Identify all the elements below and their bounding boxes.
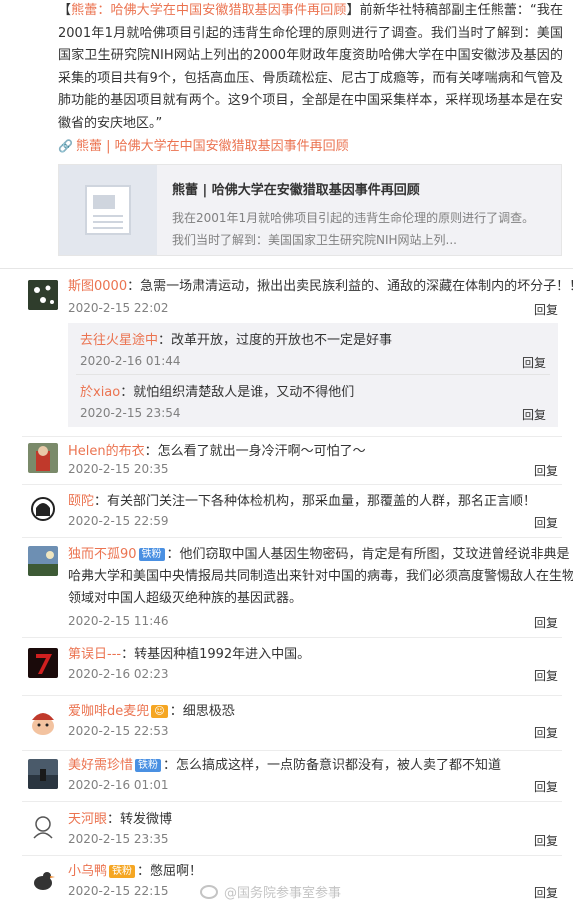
- divider: [22, 855, 562, 856]
- sub-replies: 去往火星途中：改革开放，过度的开放也不一定是好事 2020-2-16 01:44…: [68, 323, 558, 427]
- reply-button[interactable]: 回复: [534, 778, 558, 795]
- divider: [22, 537, 562, 538]
- avatar-image: [28, 706, 58, 736]
- comment-time: 2020-2-15 22:02: [68, 301, 169, 315]
- comment-text: 天河眼：转发微博: [68, 812, 173, 827]
- reply-button[interactable]: 回复: [522, 354, 546, 371]
- comment-time: 2020-2-15 22:59: [68, 514, 169, 528]
- document-icon: [85, 185, 131, 235]
- article-link[interactable]: 🔗 熊蕾 | 哈佛大学在中国安徽猎取基因事件再回顾: [58, 135, 349, 158]
- reply-button[interactable]: 回复: [534, 724, 558, 741]
- comment-username[interactable]: 去往火星途中: [80, 333, 158, 348]
- avatar[interactable]: [28, 546, 58, 576]
- comment-item: 独而不孤90 铁粉 ：他们窃取中国人基因生物密码，肯定是有所图，艾玟进曾经说非典是哈…: [22, 544, 573, 634]
- reply-button[interactable]: 回复: [534, 301, 558, 318]
- article-card-desc: 我在2001年1月就哈佛项目引起的违背生命伦理的原则进行了调查。 我们当时了解到…: [172, 211, 535, 247]
- divider: [22, 484, 562, 485]
- divider: [22, 637, 562, 638]
- comment-item: Helen的布衣：怎么看了就出一身冷汗啊～可怕了～ 2020-2-15 20:3…: [22, 442, 573, 482]
- article-card-title[interactable]: 熊蕾 | 哈佛大学在安徽猎取基因事件再回顾: [172, 179, 420, 198]
- article-thumbnail: [59, 165, 157, 255]
- section-divider: [0, 268, 573, 269]
- fan-badge: 铁粉: [135, 759, 162, 772]
- comment-text: 斯图0000：急需一场肃清运动，揪出出卖民族利益的、通敌的深藏在体制内的坏分子！…: [68, 279, 573, 294]
- avatar-image: [28, 280, 58, 310]
- avatar[interactable]: [28, 280, 58, 310]
- avatar[interactable]: [28, 812, 58, 842]
- comment-text: 於xiao：就怕组织清楚敌人是谁，又动不得他们: [80, 385, 355, 400]
- post-topic-link[interactable]: 熊蕾：哈佛大学在中国安徽猎取基因事件再回顾: [71, 3, 346, 18]
- post-text: 【熊蕾：哈佛大学在中国安徽猎取基因事件再回顾】前新华社特稿部副主任熊蕾：“我在2…: [58, 3, 563, 131]
- comment-username[interactable]: 独而不孤90: [68, 547, 137, 562]
- comment-item: 斯图0000：急需一场肃清运动，揪出出卖民族利益的、通敌的深藏在体制内的坏分子！…: [22, 277, 573, 327]
- fan-badge: 铁粉: [138, 548, 165, 561]
- comment-text: Helen的布衣：怎么看了就出一身冷汗啊～可怕了～: [68, 444, 366, 459]
- comment-time: 2020-2-16 02:23: [68, 667, 169, 681]
- fan-badge: 铁粉: [109, 865, 136, 878]
- reply-button[interactable]: 回复: [522, 406, 546, 423]
- reply-button[interactable]: 回复: [534, 514, 558, 531]
- comment-username[interactable]: 於xiao: [80, 385, 120, 400]
- comment-item: 颐陀：有关部门关注一下各种体检机构，那采血量，那覆盖的人群，那名正言顺！ 202…: [22, 492, 573, 532]
- comment-text: 第误日---：转基因种植1992年进入中国。: [68, 647, 311, 662]
- avatar-image: [28, 443, 58, 473]
- avatar-image: [28, 759, 58, 789]
- article-card[interactable]: 熊蕾 | 哈佛大学在安徽猎取基因事件再回顾 我在2001年1月就哈佛项目引起的违…: [58, 164, 562, 256]
- comment-item: 天河眼：转发微博 2020-2-15 23:35 回复: [22, 810, 573, 850]
- comment-text: 颐陀：有关部门关注一下各种体检机构，那采血量，那覆盖的人群，那名正言顺！: [68, 494, 537, 509]
- comment-time: 2020-2-15 22:15: [68, 884, 169, 898]
- divider: [22, 436, 562, 437]
- comment-time: 2020-2-15 22:53: [68, 724, 169, 738]
- comment-time: 2020-2-15 23:35: [68, 832, 169, 846]
- comment-username[interactable]: 美好需珍惜: [68, 758, 133, 773]
- comment-item: 爱咖啡de麦兜 ☺ ：细思极恐 2020-2-15 22:53 回复: [22, 702, 573, 742]
- comment-text: 小乌鸭 铁粉 ：憋屈啊！: [68, 864, 203, 879]
- comment-item: 第误日---：转基因种植1992年进入中国。 2020-2-16 02:23 回…: [22, 645, 573, 685]
- comment-username[interactable]: 小乌鸭: [68, 864, 107, 879]
- sub-reply: 於xiao：就怕组织清楚敌人是谁，又动不得他们 2020-2-15 23:54 …: [68, 375, 558, 427]
- comment-time: 2020-2-16 01:01: [68, 778, 169, 792]
- reply-button[interactable]: 回复: [534, 832, 558, 849]
- comment-item: 美好需珍惜 铁粉 ：怎么搞成这样，一点防备意识都没有，被人卖了都不知道 2020-2…: [22, 756, 573, 796]
- avatar[interactable]: [28, 648, 58, 678]
- avatar-image: [28, 494, 58, 524]
- avatar-image: [28, 865, 58, 895]
- divider: [22, 801, 562, 802]
- comment-time: 2020-2-16 01:44: [80, 354, 181, 368]
- sub-reply: 去往火星途中：改革开放，过度的开放也不一定是好事 2020-2-16 01:44…: [68, 323, 558, 375]
- reply-button[interactable]: 回复: [534, 462, 558, 479]
- reply-button[interactable]: 回复: [534, 614, 558, 631]
- comment-username[interactable]: 爱咖啡de麦兜: [68, 704, 149, 719]
- comment-username[interactable]: 第误日---: [68, 647, 121, 662]
- vip-badge: ☺: [151, 705, 168, 718]
- comment-username[interactable]: 颐陀: [68, 494, 94, 509]
- comment-time: 2020-2-15 20:35: [68, 462, 169, 476]
- comment-text: 爱咖啡de麦兜 ☺ ：细思极恐: [68, 704, 235, 719]
- avatar[interactable]: [28, 443, 58, 473]
- weibo-logo-icon: [200, 884, 218, 899]
- avatar-image: [28, 812, 58, 842]
- divider: [22, 750, 562, 751]
- avatar[interactable]: [28, 865, 58, 895]
- avatar-image: [28, 648, 58, 678]
- article-link-text[interactable]: 熊蕾 | 哈佛大学在中国安徽猎取基因事件再回顾: [76, 139, 349, 154]
- comment-time: 2020-2-15 23:54: [80, 406, 181, 420]
- reply-button[interactable]: 回复: [534, 884, 558, 901]
- avatar[interactable]: [28, 759, 58, 789]
- comment-text: 去往火星途中：改革开放，过度的开放也不一定是好事: [80, 333, 393, 348]
- reply-button[interactable]: 回复: [534, 667, 558, 684]
- comment-username[interactable]: 斯图0000: [68, 279, 127, 294]
- comment-username[interactable]: 天河眼: [68, 812, 107, 827]
- avatar[interactable]: [28, 706, 58, 736]
- avatar-image: [28, 546, 58, 576]
- comment-time: 2020-2-15 11:46: [68, 614, 169, 628]
- paperclip-icon: 🔗: [58, 139, 73, 153]
- divider: [22, 695, 562, 696]
- comment-username[interactable]: Helen的布衣: [68, 444, 145, 459]
- comment-text: 独而不孤90 铁粉 ：他们窃取中国人基因生物密码，肯定是有所图，艾玟进曾经说非典是哈…: [68, 547, 573, 606]
- avatar[interactable]: [28, 494, 58, 524]
- comment-text: 美好需珍惜 铁粉 ：怎么搞成这样，一点防备意识都没有，被人卖了都不知道: [68, 758, 502, 773]
- weibo-post: 【熊蕾：哈佛大学在中国安徽猎取基因事件再回顾】前新华社特稿部副主任熊蕾：“我在2…: [0, 0, 573, 262]
- weibo-watermark: @国务院参事室参事: [200, 882, 341, 901]
